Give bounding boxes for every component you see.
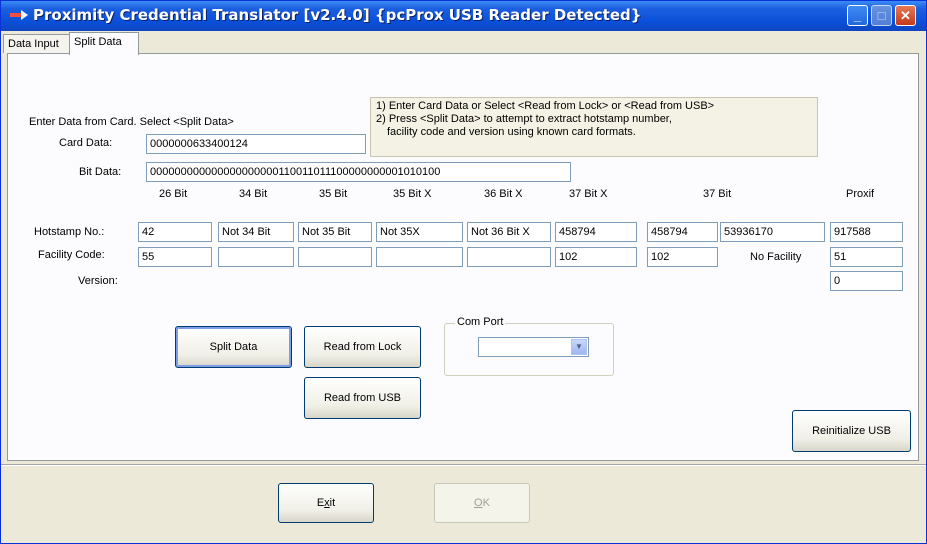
note-line-1: 1) Enter Card Data or Select <Read from … (376, 100, 715, 112)
version-proxif[interactable]: 0 (830, 271, 903, 291)
hotstamp-label: Hotstamp No.: (34, 226, 105, 238)
hotstamp-37-bit[interactable]: 458794 (647, 222, 718, 242)
facility-proxif[interactable]: 51 (830, 247, 903, 267)
bit-data-input[interactable]: 0000000000000000000001100110111000000000… (146, 162, 571, 182)
close-icon: ✕ (900, 8, 911, 23)
window-title: Proximity Credential Translator [v2.4.0]… (33, 6, 642, 24)
col-proxif: Proxif (846, 188, 875, 200)
hotstamp-37-bit-alt[interactable]: 53936170 (720, 222, 825, 242)
instruction-text: Enter Data from Card. Select <Split Data… (29, 116, 234, 128)
facility-37-bit[interactable]: 102 (647, 247, 718, 267)
facility-36-bit-x[interactable] (467, 247, 551, 267)
card-data-input[interactable]: 0000000633400124 (146, 134, 366, 154)
note-line-3: facility code and version using known ca… (387, 126, 636, 138)
facility-26-bit[interactable]: 55 (138, 247, 212, 267)
reinitialize-usb-button[interactable]: Reinitialize USB (792, 410, 911, 452)
hotstamp-26-bit[interactable]: 42 (138, 222, 212, 242)
minimize-button[interactable]: _ (847, 5, 868, 26)
col-35-bit: 35 Bit (319, 188, 348, 200)
col-26-bit: 26 Bit (159, 188, 188, 200)
facility-37-bit-x[interactable]: 102 (555, 247, 637, 267)
com-port-select[interactable]: ▼ (478, 337, 589, 357)
exit-label-suffix: it (329, 497, 336, 509)
com-port-label: Com Port (455, 316, 506, 328)
minimize-icon: _ (853, 8, 862, 23)
hotstamp-34-bit[interactable]: Not 34 Bit (218, 222, 294, 242)
version-label: Version: (78, 275, 118, 287)
chevron-down-icon[interactable]: ▼ (571, 339, 587, 355)
hotstamp-35-bit-x[interactable]: Not 35X (376, 222, 463, 242)
footer-separator-highlight (1, 465, 926, 466)
read-from-usb-button[interactable]: Read from USB (304, 377, 421, 419)
facility-35-bit[interactable] (298, 247, 372, 267)
app-icon (10, 10, 28, 20)
ok-button[interactable]: OK (434, 483, 530, 523)
tab-split-data[interactable]: Split Data (69, 32, 139, 55)
exit-button[interactable]: Exit (278, 483, 374, 523)
col-35-bit-x: 35 Bit X (393, 188, 432, 200)
ok-label-suffix: K (482, 497, 490, 509)
tab-data-input[interactable]: Data Input (3, 34, 70, 53)
bit-data-label: Bit Data: (79, 166, 122, 178)
col-37-bit-x: 37 Bit X (569, 188, 608, 200)
card-data-label: Card Data: (59, 137, 113, 149)
tab-strip: Data Input Split Data (3, 32, 923, 55)
facility-35-bit-x[interactable] (376, 247, 463, 267)
hotstamp-36-bit-x[interactable]: Not 36 Bit X (467, 222, 551, 242)
close-button[interactable]: ✕ (895, 5, 916, 26)
note-line-2: 2) Press <Split Data> to attempt to extr… (376, 113, 672, 125)
title-bar[interactable]: Proximity Credential Translator [v2.4.0]… (1, 1, 926, 31)
hotstamp-35-bit[interactable]: Not 35 Bit (298, 222, 372, 242)
instructions-note: 1) Enter Card Data or Select <Read from … (370, 97, 818, 157)
split-data-button[interactable]: Split Data (175, 326, 292, 368)
col-37-bit: 37 Bit (703, 188, 732, 200)
maximize-icon: □ (877, 8, 886, 23)
app-window: Proximity Credential Translator [v2.4.0]… (0, 0, 927, 544)
ok-label-accel: O (474, 497, 483, 509)
facility-label: Facility Code: (38, 249, 105, 261)
col-34-bit: 34 Bit (239, 188, 268, 200)
col-36-bit-x: 36 Bit X (484, 188, 523, 200)
hotstamp-37-bit-x[interactable]: 458794 (555, 222, 637, 242)
no-facility-label: No Facility (750, 251, 802, 263)
maximize-button[interactable]: □ (871, 5, 892, 26)
read-from-lock-button[interactable]: Read from Lock (304, 326, 421, 368)
hotstamp-proxif[interactable]: 917588 (830, 222, 903, 242)
facility-34-bit[interactable] (218, 247, 294, 267)
